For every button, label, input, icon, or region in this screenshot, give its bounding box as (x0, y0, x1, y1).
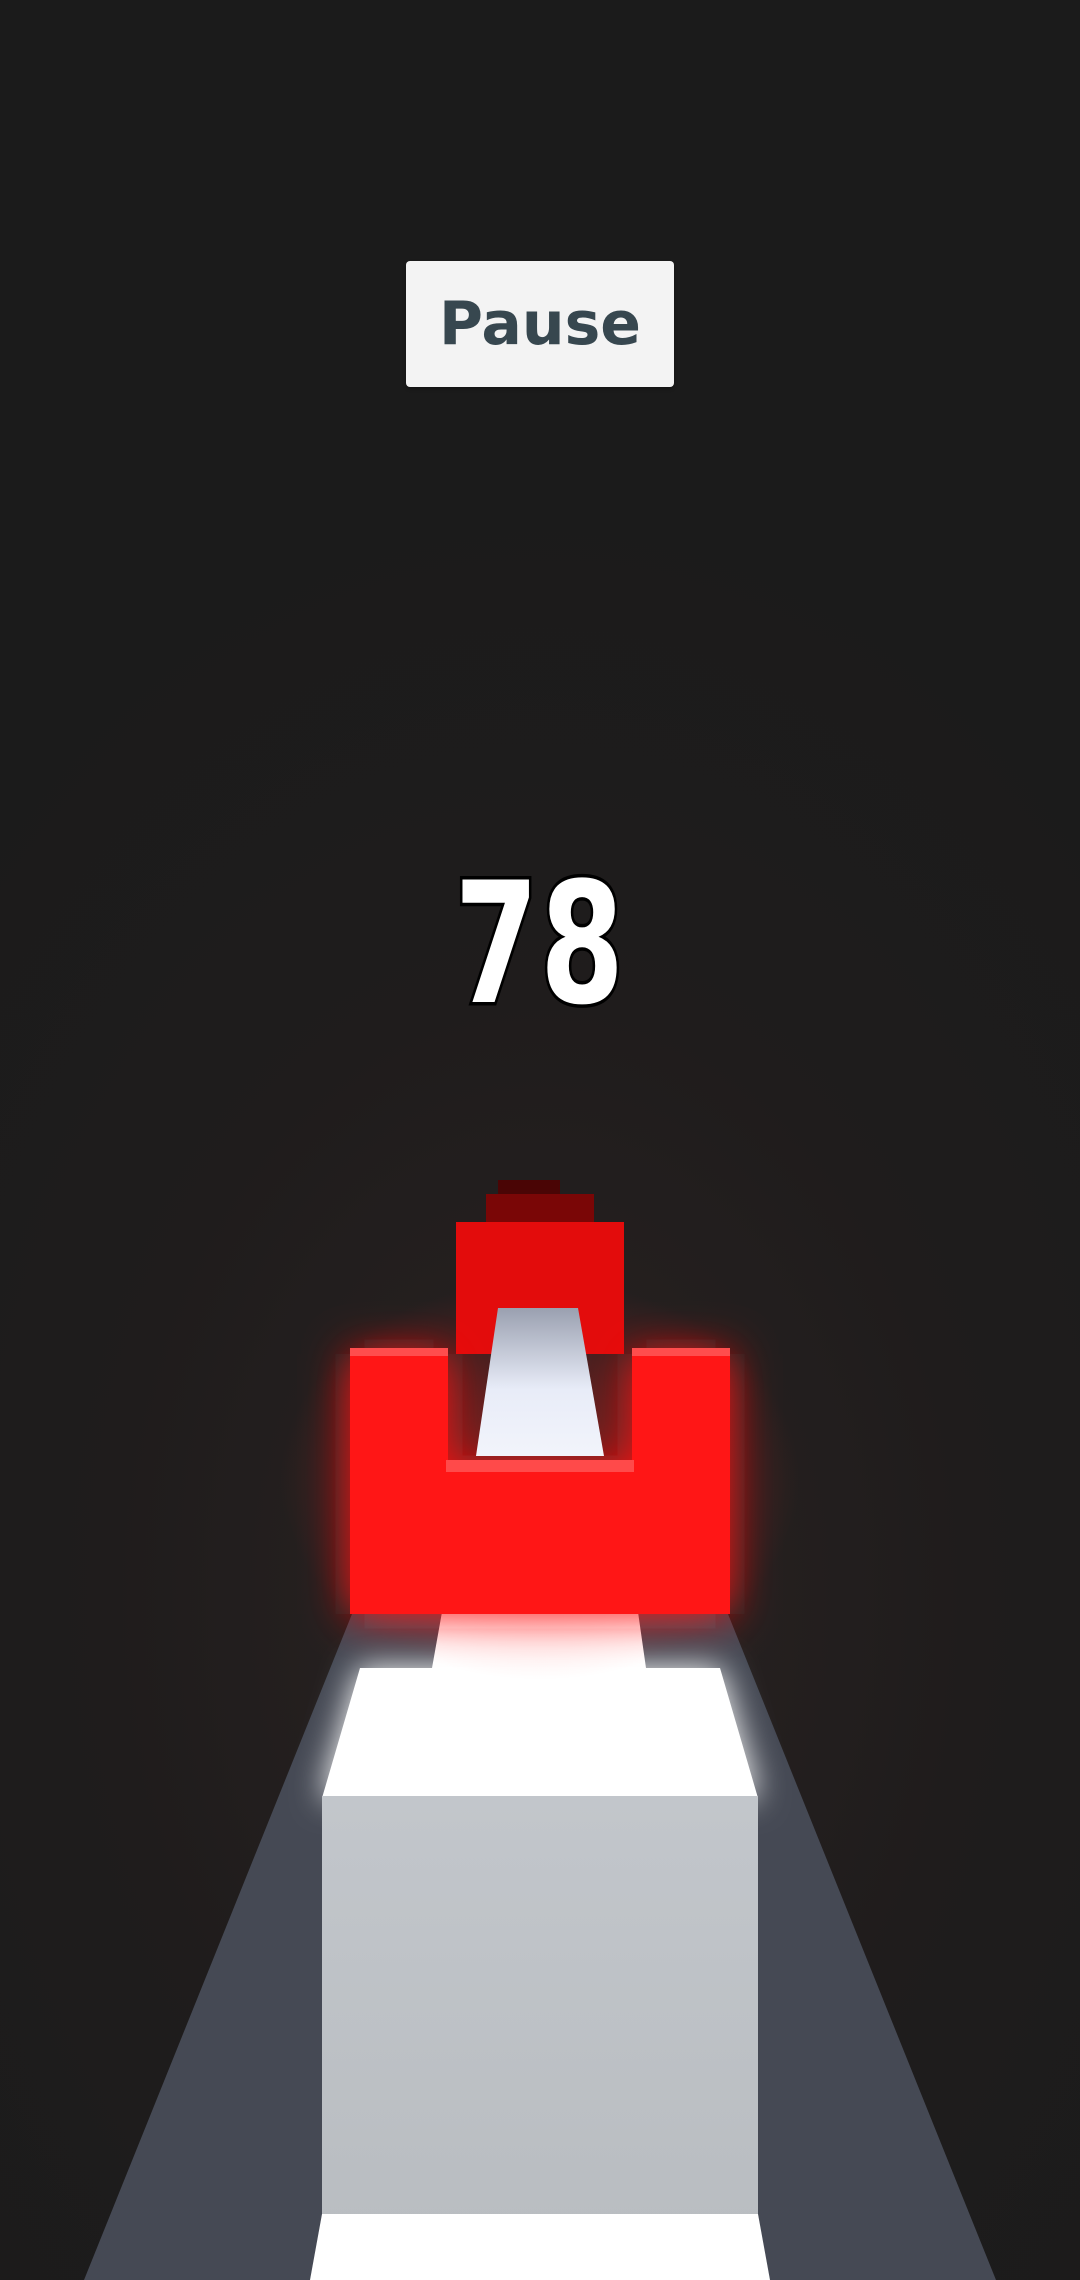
far-obstacle-2 (486, 1194, 594, 1224)
pause-button[interactable]: Pause (406, 261, 674, 387)
far-obstacle-3 (498, 1180, 560, 1194)
track-lane-mid (322, 1668, 758, 1798)
score-counter: 78 (452, 846, 627, 1042)
track-lane-near (310, 2214, 770, 2280)
player-block (322, 1796, 758, 2230)
